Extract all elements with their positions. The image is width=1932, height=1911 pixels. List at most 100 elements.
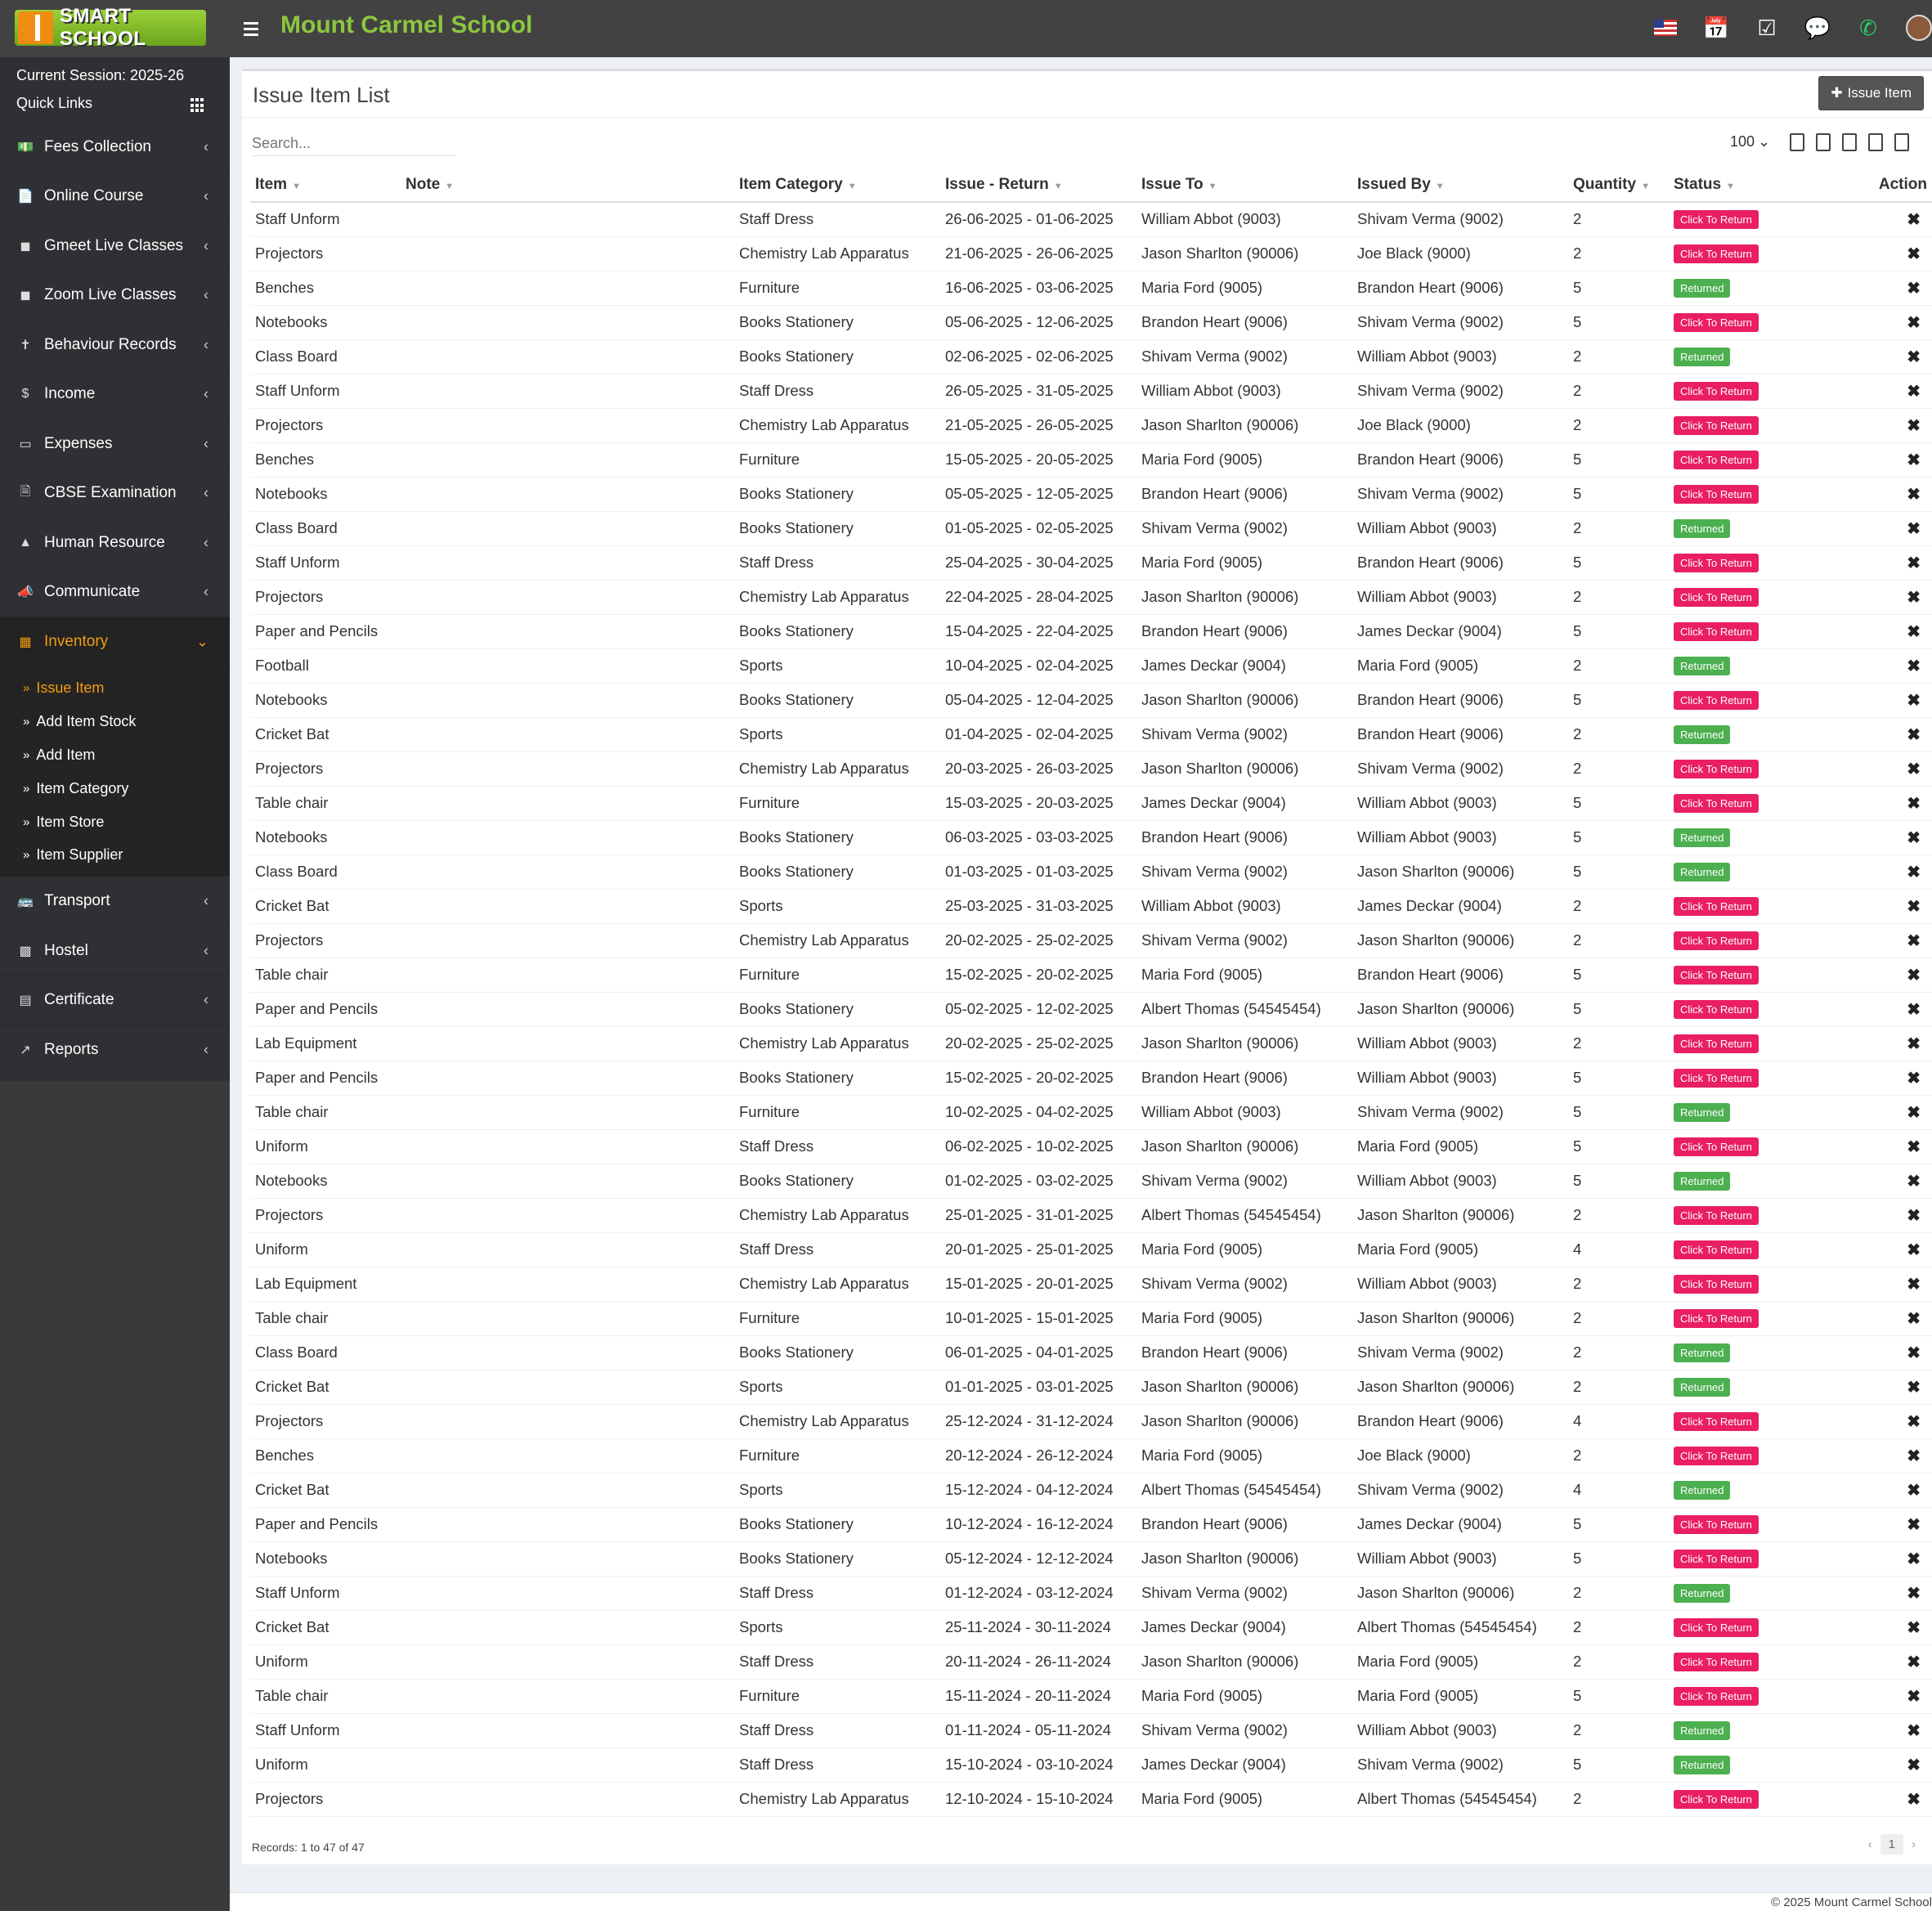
copy-icon[interactable] xyxy=(1790,133,1804,151)
delete-icon[interactable]: ✖ xyxy=(1907,1413,1921,1431)
sidebar-item-online-course[interactable]: 📄 Online Course ‹ xyxy=(0,173,230,222)
delete-icon[interactable]: ✖ xyxy=(1907,554,1921,572)
delete-icon[interactable]: ✖ xyxy=(1907,1756,1921,1774)
column-header-quantity[interactable]: Quantity ▼ xyxy=(1568,168,1669,203)
delete-icon[interactable]: ✖ xyxy=(1907,348,1921,366)
delete-icon[interactable]: ✖ xyxy=(1907,967,1921,985)
delete-icon[interactable]: ✖ xyxy=(1907,520,1921,538)
sidebar-item-inventory[interactable]: ▦ Inventory ⌄ xyxy=(0,617,230,667)
click-to-return-button[interactable]: Click To Return xyxy=(1674,931,1759,950)
whatsapp-icon[interactable]: ✆ xyxy=(1855,15,1881,41)
delete-icon[interactable]: ✖ xyxy=(1907,1138,1921,1156)
delete-icon[interactable]: ✖ xyxy=(1907,1173,1921,1191)
user-avatar[interactable] xyxy=(1906,15,1932,41)
delete-icon[interactable]: ✖ xyxy=(1907,1001,1921,1019)
current-page[interactable]: 1 xyxy=(1880,1834,1903,1855)
delete-icon[interactable]: ✖ xyxy=(1907,1379,1921,1397)
click-to-return-button[interactable]: Click To Return xyxy=(1674,1137,1759,1156)
issue-item-button[interactable]: ✚ Issue Item xyxy=(1818,76,1924,110)
column-header-issue-to[interactable]: Issue To ▼ xyxy=(1136,168,1352,203)
column-header-item[interactable]: Item ▼ xyxy=(250,168,401,203)
click-to-return-button[interactable]: Click To Return xyxy=(1674,1034,1759,1053)
click-to-return-button[interactable]: Click To Return xyxy=(1674,1000,1759,1019)
quick-links[interactable]: Quick Links xyxy=(16,95,92,112)
click-to-return-button[interactable]: Click To Return xyxy=(1674,966,1759,985)
click-to-return-button[interactable]: Click To Return xyxy=(1674,382,1759,401)
grid-icon[interactable] xyxy=(191,98,205,113)
click-to-return-button[interactable]: Click To Return xyxy=(1674,1412,1759,1431)
click-to-return-button[interactable]: Click To Return xyxy=(1674,622,1759,641)
submenu-item-item-category[interactable]: » Item Category xyxy=(0,772,230,805)
delete-icon[interactable]: ✖ xyxy=(1907,1653,1921,1671)
delete-icon[interactable]: ✖ xyxy=(1907,795,1921,813)
sidebar-item-cbse-examination[interactable]: 🗎 CBSE Examination ‹ xyxy=(0,469,230,518)
click-to-return-button[interactable]: Click To Return xyxy=(1674,588,1759,607)
click-to-return-button[interactable]: Click To Return xyxy=(1674,1550,1759,1568)
delete-icon[interactable]: ✖ xyxy=(1907,1722,1921,1740)
delete-icon[interactable]: ✖ xyxy=(1907,1207,1921,1225)
sidebar-item-gmeet-live-classes[interactable]: ◼ Gmeet Live Classes ‹ xyxy=(0,222,230,271)
delete-icon[interactable]: ✖ xyxy=(1907,486,1921,504)
smart-school-logo[interactable]: SMART SCHOOL xyxy=(15,5,206,50)
delete-icon[interactable]: ✖ xyxy=(1907,211,1921,229)
sidebar-item-transport[interactable]: 🚌 Transport ‹ xyxy=(0,877,230,926)
delete-icon[interactable]: ✖ xyxy=(1907,451,1921,469)
delete-icon[interactable]: ✖ xyxy=(1907,932,1921,950)
click-to-return-button[interactable]: Click To Return xyxy=(1674,485,1759,504)
click-to-return-button[interactable]: Click To Return xyxy=(1674,1515,1759,1534)
hamburger-menu-icon[interactable] xyxy=(244,16,262,41)
click-to-return-button[interactable]: Click To Return xyxy=(1674,897,1759,916)
click-to-return-button[interactable]: Click To Return xyxy=(1674,1309,1759,1328)
delete-icon[interactable]: ✖ xyxy=(1907,1344,1921,1362)
delete-icon[interactable]: ✖ xyxy=(1907,245,1921,263)
delete-icon[interactable]: ✖ xyxy=(1907,1276,1921,1294)
click-to-return-button[interactable]: Click To Return xyxy=(1674,1275,1759,1294)
page-size-select[interactable]: 100 ⌄ xyxy=(1730,133,1770,150)
print-icon[interactable] xyxy=(1894,133,1909,151)
chat-icon[interactable]: 💬 xyxy=(1804,15,1831,41)
click-to-return-button[interactable]: Click To Return xyxy=(1674,1069,1759,1088)
delete-icon[interactable]: ✖ xyxy=(1907,1104,1921,1122)
column-header-status[interactable]: Status ▼ xyxy=(1669,168,1818,203)
delete-icon[interactable]: ✖ xyxy=(1907,657,1921,675)
delete-icon[interactable]: ✖ xyxy=(1907,1619,1921,1637)
click-to-return-button[interactable]: Click To Return xyxy=(1674,1687,1759,1706)
delete-icon[interactable]: ✖ xyxy=(1907,726,1921,744)
delete-icon[interactable]: ✖ xyxy=(1907,1688,1921,1706)
click-to-return-button[interactable]: Click To Return xyxy=(1674,1447,1759,1465)
click-to-return-button[interactable]: Click To Return xyxy=(1674,1653,1759,1671)
submenu-item-add-item[interactable]: » Add Item xyxy=(0,738,230,772)
click-to-return-button[interactable]: Click To Return xyxy=(1674,416,1759,435)
task-check-icon[interactable]: ☑ xyxy=(1754,15,1780,41)
next-page-icon[interactable]: › xyxy=(1912,1837,1916,1851)
pdf-icon[interactable] xyxy=(1868,133,1883,151)
sidebar-item-certificate[interactable]: ▤ Certificate ‹ xyxy=(0,976,230,1025)
column-header-note[interactable]: Note ▼ xyxy=(401,168,734,203)
sidebar-item-behaviour-records[interactable]: ✝ Behaviour Records ‹ xyxy=(0,321,230,370)
click-to-return-button[interactable]: Click To Return xyxy=(1674,1206,1759,1225)
delete-icon[interactable]: ✖ xyxy=(1907,314,1921,332)
delete-icon[interactable]: ✖ xyxy=(1907,623,1921,641)
delete-icon[interactable]: ✖ xyxy=(1907,898,1921,916)
submenu-item-item-store[interactable]: » Item Store xyxy=(0,805,230,839)
delete-icon[interactable]: ✖ xyxy=(1907,1447,1921,1465)
delete-icon[interactable]: ✖ xyxy=(1907,1310,1921,1328)
search-input[interactable] xyxy=(252,132,456,156)
delete-icon[interactable]: ✖ xyxy=(1907,760,1921,778)
sidebar-item-reports[interactable]: ↗ Reports ‹ xyxy=(0,1025,230,1075)
column-header-item-category[interactable]: Item Category ▼ xyxy=(734,168,940,203)
delete-icon[interactable]: ✖ xyxy=(1907,829,1921,847)
delete-icon[interactable]: ✖ xyxy=(1907,1035,1921,1053)
column-header-issued-by[interactable]: Issued By ▼ xyxy=(1352,168,1568,203)
delete-icon[interactable]: ✖ xyxy=(1907,1791,1921,1809)
delete-icon[interactable]: ✖ xyxy=(1907,864,1921,881)
delete-icon[interactable]: ✖ xyxy=(1907,692,1921,710)
excel-icon[interactable] xyxy=(1816,133,1831,151)
delete-icon[interactable]: ✖ xyxy=(1907,1482,1921,1500)
click-to-return-button[interactable]: Click To Return xyxy=(1674,210,1759,230)
click-to-return-button[interactable]: Click To Return xyxy=(1674,1790,1759,1809)
click-to-return-button[interactable]: Click To Return xyxy=(1674,1618,1759,1637)
sidebar-item-zoom-live-classes[interactable]: ◼ Zoom Live Classes ‹ xyxy=(0,271,230,321)
submenu-item-add-item-stock[interactable]: » Add Item Stock xyxy=(0,705,230,738)
delete-icon[interactable]: ✖ xyxy=(1907,1585,1921,1603)
